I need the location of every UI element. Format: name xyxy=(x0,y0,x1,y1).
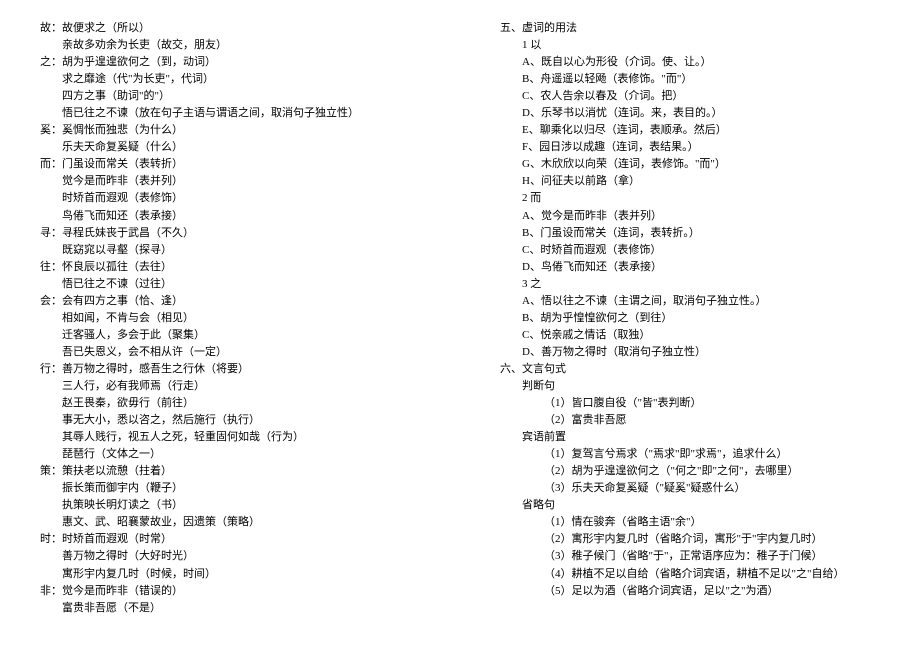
right-line: （5）足以为酒（省略介词宾语，足以"之"为酒） xyxy=(500,583,880,600)
left-line: 振长策而御宇内（鞭子） xyxy=(40,480,420,497)
left-line: 而：门虽设而常关（表转折） xyxy=(40,156,420,173)
left-line: 时：时矫首而遐观（时常） xyxy=(40,531,420,548)
left-column: 故：故便求之（所以）亲故多劝余为长吏（故交，朋友）之：胡为乎遑遑欲何之（到，动词… xyxy=(40,20,420,630)
left-line: 迁客骚人，多会于此（聚集） xyxy=(40,327,420,344)
left-line: 三人行，必有我师焉（行走） xyxy=(40,378,420,395)
left-line: 寓形宇内复几时（时候，时间） xyxy=(40,566,420,583)
right-line: （3）稚子候门（省略"于"，正常语序应为：稚子于门候） xyxy=(500,548,880,565)
right-line: G、木欣欣以向荣（连词，表修饰。"而"） xyxy=(500,156,880,173)
left-line: 富贵非吾愿（不是） xyxy=(40,600,420,617)
left-line: 善万物之得时（大好时光） xyxy=(40,548,420,565)
right-line: （2）寓形宇内复几时（省略介词，寓形"于"宇内复几时） xyxy=(500,531,880,548)
left-line: 乐夫天命复奚疑（什么） xyxy=(40,139,420,156)
left-line: 往：怀良辰以孤往（去往） xyxy=(40,259,420,276)
left-line: 吾已失恩义，会不相从许（一定） xyxy=(40,344,420,361)
right-line: D、善万物之得时（取消句子独立性） xyxy=(500,344,880,361)
left-line: 悟已往之不谏（放在句子主语与谓语之间，取消句子独立性） xyxy=(40,105,420,122)
left-line: 鸟倦飞而知还（表承接） xyxy=(40,208,420,225)
left-line: 赵王畏秦，欲毋行（前往） xyxy=(40,395,420,412)
right-line: （1）皆口腹自役（"皆"表判断） xyxy=(500,395,880,412)
right-line: B、胡为乎惶惶欲何之（到往） xyxy=(500,310,880,327)
right-line: （4）耕植不足以自给（省略介词宾语，耕植不足以"之"自给） xyxy=(500,566,880,583)
left-line: 奚：奚惆怅而独悲（为什么） xyxy=(40,122,420,139)
right-line: 1 以 xyxy=(500,37,880,54)
right-line: 宾语前置 xyxy=(500,429,880,446)
right-line: 省略句 xyxy=(500,497,880,514)
left-line: 执策映长明灯读之（书） xyxy=(40,497,420,514)
right-column: 五、虚词的用法1 以A、既自以心为形役（介词。使、让。）B、舟遥遥以轻飏（表修饰… xyxy=(500,20,880,630)
right-line: 六、文言句式 xyxy=(500,361,880,378)
left-line: 时矫首而遐观（表修饰） xyxy=(40,190,420,207)
left-line: 非：觉今是而昨非（错误的） xyxy=(40,583,420,600)
right-line: 2 而 xyxy=(500,190,880,207)
left-line: 其辱人贱行，视五人之死，轻重固何如哉（行为） xyxy=(40,429,420,446)
right-line: B、门虽设而常关（连词，表转折。） xyxy=(500,225,880,242)
right-line: （2）富贵非吾愿 xyxy=(500,412,880,429)
right-line: 3 之 xyxy=(500,276,880,293)
right-line: C、时矫首而遐观（表修饰） xyxy=(500,242,880,259)
left-line: 会：会有四方之事（恰、逢） xyxy=(40,293,420,310)
right-line: B、舟遥遥以轻飏（表修饰。"而"） xyxy=(500,71,880,88)
left-line: 行：善万物之得时，感吾生之行休（将要） xyxy=(40,361,420,378)
right-line: H、问征夫以前路（拿） xyxy=(500,173,880,190)
right-line: C、悦亲戚之情话（取独） xyxy=(500,327,880,344)
left-line: 悟已往之不谏（过往） xyxy=(40,276,420,293)
left-line: 既窈窕以寻壑（探寻） xyxy=(40,242,420,259)
left-line: 事无大小，悉以咨之，然后施行（执行） xyxy=(40,412,420,429)
left-line: 亲故多劝余为长吏（故交，朋友） xyxy=(40,37,420,54)
right-line: （1）复驾言兮焉求（"焉求"即"求焉"，追求什么） xyxy=(500,446,880,463)
left-line: 策：策扶老以流憩（拄着） xyxy=(40,463,420,480)
left-line: 四方之事（助词"的"） xyxy=(40,88,420,105)
right-line: （3）乐夫天命复奚疑（"疑奚"疑惑什么） xyxy=(500,480,880,497)
right-line: A、觉今是而昨非（表并列） xyxy=(500,208,880,225)
right-line: E、聊乘化以归尽（连词，表顺承。然后） xyxy=(500,122,880,139)
right-line: D、鸟倦飞而知还（表承接） xyxy=(500,259,880,276)
right-line: （2）胡为乎遑遑欲何之（"何之"即"之何"，去哪里） xyxy=(500,463,880,480)
left-line: 之：胡为乎遑遑欲何之（到，动词） xyxy=(40,54,420,71)
right-line: F、园日涉以成趣（连词，表结果。） xyxy=(500,139,880,156)
right-line: 判断句 xyxy=(500,378,880,395)
right-line: A、悟以往之不谏（主谓之间，取消句子独立性。） xyxy=(500,293,880,310)
left-line: 琵琶行（文体之一） xyxy=(40,446,420,463)
left-line: 相如闻，不肯与会（相见） xyxy=(40,310,420,327)
left-line: 寻：寻程氏妹丧于武昌（不久） xyxy=(40,225,420,242)
right-line: 五、虚词的用法 xyxy=(500,20,880,37)
left-line: 求之靡途（代"为长吏"，代词） xyxy=(40,71,420,88)
left-line: 故：故便求之（所以） xyxy=(40,20,420,37)
right-line: （1）情在骏奔（省略主语"余"） xyxy=(500,514,880,531)
left-line: 惠文、武、昭襄蒙故业，因遗策（策略） xyxy=(40,514,420,531)
left-line: 觉今是而昨非（表并列） xyxy=(40,173,420,190)
right-line: D、乐琴书以消忧（连词。来，表目的。） xyxy=(500,105,880,122)
right-line: C、农人告余以春及（介词。把） xyxy=(500,88,880,105)
right-line: A、既自以心为形役（介词。使、让。） xyxy=(500,54,880,71)
